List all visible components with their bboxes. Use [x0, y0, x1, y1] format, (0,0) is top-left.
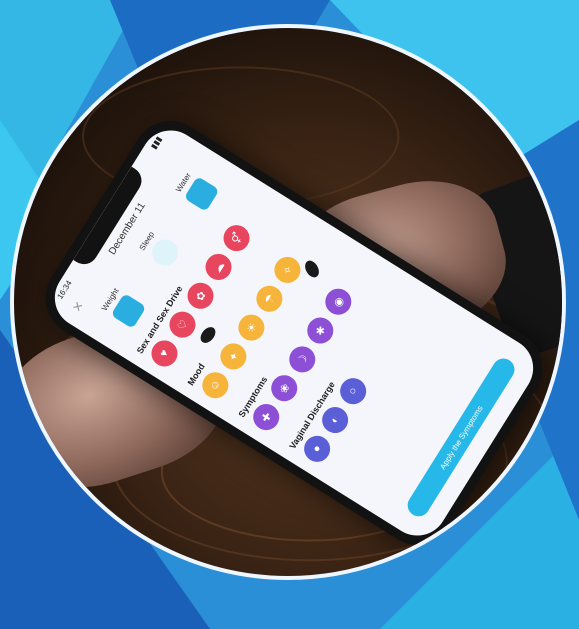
symptom-option-icon[interactable]: ☽	[284, 341, 321, 378]
symptom-option-icon[interactable]: ❀	[266, 370, 303, 407]
sex-option-icon[interactable]: ☁	[200, 249, 237, 285]
mood-option-icon[interactable]: ☀	[233, 309, 270, 346]
symptom-option-icon[interactable]: ◉	[320, 283, 357, 320]
mood-option-icon[interactable]: ✦	[215, 338, 252, 375]
photo-circle: 16:34 ▮▮▮ ✕ December 11 Weight Sleep Wat…	[10, 24, 566, 580]
battery-icon: ▮▮▮	[149, 134, 164, 151]
sex-option-icon[interactable]: ⚥	[218, 220, 255, 257]
symptom-option-icon[interactable]: ✱	[302, 312, 339, 349]
discharge-option-icon[interactable]: ○	[335, 373, 372, 410]
mood-option-icon[interactable]: ☂	[251, 280, 288, 317]
sex-option-icon[interactable]: ✿	[182, 277, 219, 314]
mood-option-icon[interactable]: ✧	[269, 252, 306, 288]
category-water[interactable]: Water	[165, 156, 228, 224]
category-sleep[interactable]: Sleep	[128, 215, 191, 283]
status-time: 16:34	[55, 278, 74, 301]
